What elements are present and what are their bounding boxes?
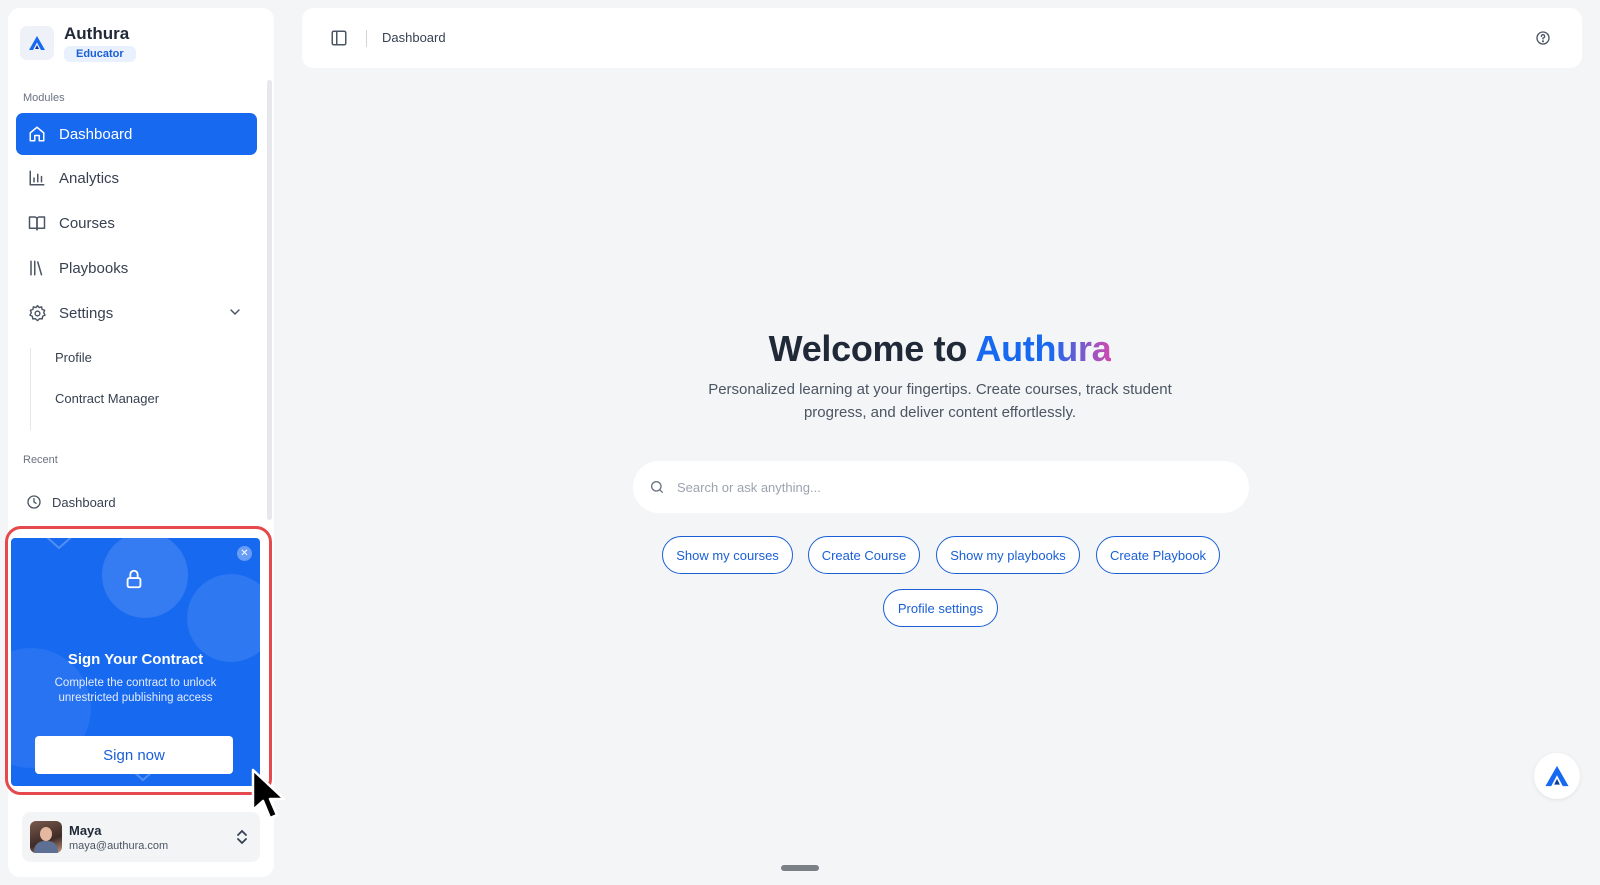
search-input[interactable] — [677, 479, 1217, 495]
role-badge: Educator — [64, 46, 136, 62]
top-bar: Dashboard — [302, 8, 1582, 68]
user-name: Maya — [69, 822, 102, 838]
promo-title: Sign Your Contract — [67, 651, 204, 668]
show-my-playbooks-chip[interactable]: Show my playbooks — [936, 536, 1080, 574]
search-icon — [649, 479, 665, 495]
authura-logo-icon — [1545, 765, 1569, 787]
avatar — [30, 821, 62, 853]
sidebar-subitem-profile[interactable]: Profile — [55, 350, 92, 365]
lock-icon — [123, 568, 145, 595]
page-title: Welcome to Authura — [640, 328, 1240, 370]
modules-label: Modules — [23, 92, 65, 104]
show-my-courses-chip[interactable]: Show my courses — [662, 536, 793, 574]
breadcrumb: Dashboard — [382, 30, 446, 45]
assistant-launcher-button[interactable] — [1534, 753, 1580, 799]
help-icon[interactable] — [1535, 30, 1551, 51]
recent-item-label: Dashboard — [52, 494, 116, 510]
header-divider — [366, 30, 367, 47]
sign-now-button[interactable]: Sign now — [35, 736, 233, 774]
sidebar-item-label: Settings — [59, 304, 114, 322]
close-icon[interactable]: ✕ — [237, 546, 252, 561]
sidebar-item-settings[interactable]: Settings — [16, 292, 257, 334]
decorative-circle — [102, 538, 188, 618]
home-icon — [27, 124, 47, 144]
search-bar — [633, 461, 1249, 513]
brand-name: Authura — [64, 24, 130, 43]
profile-settings-chip[interactable]: Profile settings — [883, 589, 998, 627]
decorative-circle — [187, 574, 260, 662]
title-prefix: Welcome to — [768, 328, 976, 369]
gear-icon — [27, 303, 47, 323]
sidebar-scrollbar[interactable] — [267, 80, 272, 520]
library-icon — [27, 258, 47, 278]
user-account-switcher[interactable]: Maya maya@authura.com — [22, 812, 260, 862]
recent-label: Recent — [23, 454, 58, 466]
recent-item-dashboard[interactable]: Dashboard — [26, 494, 116, 510]
sidebar-item-label: Playbooks — [59, 259, 129, 277]
promo-description: Complete the contract to unlock unrestri… — [54, 677, 217, 704]
chevrons-up-down-icon — [236, 828, 248, 851]
sidebar-item-label: Dashboard — [59, 125, 133, 143]
sidebar-subitem-contract-manager[interactable]: Contract Manager — [55, 391, 159, 406]
sidebar-toggle-icon[interactable] — [330, 29, 348, 52]
sign-contract-card: ✕ Sign Your Contract Complete the contra… — [11, 538, 260, 786]
user-email: maya@authura.com — [69, 839, 169, 852]
decorative-chevron — [46, 538, 72, 550]
sidebar-item-courses[interactable]: Courses — [16, 202, 257, 244]
sidebar-item-label: Analytics — [59, 169, 120, 187]
sidebar-item-analytics[interactable]: Analytics — [16, 157, 257, 199]
create-playbook-chip[interactable]: Create Playbook — [1096, 536, 1220, 574]
chevron-down-icon — [227, 304, 243, 324]
authura-logo-icon — [20, 26, 54, 60]
sidebar-item-dashboard[interactable]: Dashboard — [16, 113, 257, 155]
clock-icon — [26, 494, 42, 510]
mouse-cursor-icon — [251, 768, 286, 820]
sidebar-item-label: Courses — [59, 214, 115, 232]
home-indicator — [781, 865, 819, 871]
create-course-chip[interactable]: Create Course — [808, 536, 920, 574]
brand-header: Authura Educator — [20, 24, 136, 62]
settings-subtree-line — [30, 348, 31, 430]
book-icon — [27, 213, 47, 233]
title-brand: Authura — [975, 328, 1112, 369]
sidebar-item-playbooks[interactable]: Playbooks — [16, 247, 257, 289]
page-subtitle: Personalized learning at your fingertips… — [708, 381, 1172, 421]
bar-chart-icon — [27, 168, 47, 188]
